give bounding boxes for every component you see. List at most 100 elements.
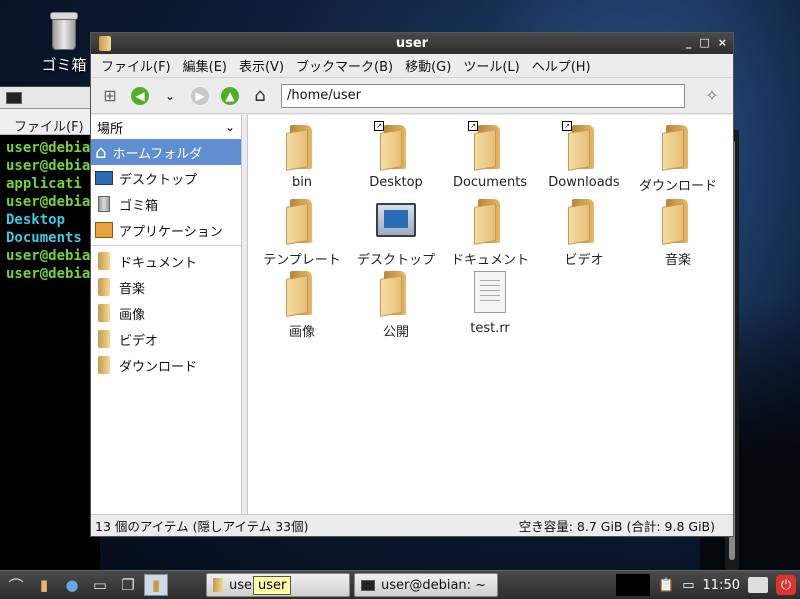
desktop-icon	[95, 171, 113, 185]
file-manager-launcher[interactable]: ▮	[32, 574, 56, 596]
menu-edit[interactable]: 編集(E)	[179, 56, 235, 75]
file-item-public-ja[interactable]: 公開	[348, 271, 444, 340]
up-button[interactable]: ▲	[217, 83, 243, 109]
main-content: 場所 ⌄ ⌂ ホームフォルダ デスクトップ ゴミ箱 アプリケーション ドキュメン…	[91, 115, 733, 514]
terminal-icon: ▭	[92, 576, 108, 594]
window-titlebar[interactable]: user _ □ ×	[91, 33, 733, 54]
window-title: user	[395, 36, 429, 51]
terminal-launcher[interactable]: ▭	[88, 574, 112, 596]
menu-tools[interactable]: ツール(L)	[459, 56, 527, 75]
desktop-trash-icon[interactable]: ゴミ箱	[34, 12, 94, 75]
minimize-button[interactable]: _	[686, 36, 692, 49]
screen-lock-icon[interactable]	[748, 577, 768, 593]
sidebar-item-documents[interactable]: ドキュメント	[91, 248, 241, 274]
start-menu-button[interactable]: ⌒	[4, 574, 28, 596]
sidebar-item-label: デスクトップ	[119, 172, 198, 188]
volume-icon[interactable]	[616, 574, 651, 596]
sidebar-item-label: ドキュメント	[119, 255, 198, 271]
task-terminal[interactable]: user@debian: ~	[354, 573, 498, 597]
sidebar-item-label: ホームフォルダ	[112, 146, 203, 162]
file-item-templates[interactable]: テンプレート	[254, 199, 350, 268]
file-item-downloads-link[interactable]: ↗ Downloads	[536, 121, 632, 190]
sidebar-header-label: 場所	[97, 121, 124, 137]
file-item-label: ドキュメント	[450, 253, 529, 268]
file-item-label: Documents	[452, 175, 528, 190]
folder-icon	[286, 199, 318, 245]
clock[interactable]: 11:50	[703, 578, 740, 593]
clipboard-icon[interactable]: 📋	[658, 578, 674, 593]
window-switcher-button[interactable]: ❐	[116, 574, 140, 596]
maximize-button[interactable]: □	[699, 36, 709, 49]
globe-icon: ●	[65, 576, 79, 594]
menu-bookmarks[interactable]: ブックマーク(B)	[292, 56, 401, 75]
location-bar[interactable]	[281, 83, 685, 108]
file-item-documents-link[interactable]: ↗ Documents	[442, 121, 538, 190]
file-item-desktop-link[interactable]: ↗ Desktop	[348, 121, 444, 190]
sidebar-item-home[interactable]: ⌂ ホームフォルダ	[91, 139, 241, 165]
terminal-titlebar[interactable]	[0, 87, 100, 109]
folder-icon	[568, 199, 600, 245]
home-button[interactable]: ⌂	[247, 83, 273, 109]
file-item-label: bin	[291, 175, 313, 190]
menubar: ファイル(F) 編集(E) 表示(V) ブックマーク(B) 移動(G) ツール(…	[91, 54, 733, 78]
folder-icon	[286, 125, 318, 171]
chevron-down-icon: ⌄	[224, 120, 235, 134]
sidebar-item-label: ダウンロード	[119, 359, 198, 375]
file-item-music-ja[interactable]: 音楽	[630, 199, 726, 268]
desktop-icon	[376, 203, 416, 237]
menu-view[interactable]: 表示(V)	[235, 56, 292, 75]
sidebar-item-downloads[interactable]: ダウンロード	[91, 352, 241, 378]
network-icon[interactable]: ▭	[682, 578, 694, 593]
terminal-icon	[6, 91, 22, 104]
close-button[interactable]: ×	[718, 36, 727, 49]
task-file-manager[interactable]: user user	[206, 573, 350, 597]
sidebar-item-desktop[interactable]: デスクトップ	[91, 165, 241, 191]
folder-icon	[98, 304, 110, 322]
file-item-test-rr[interactable]: test.rr	[442, 271, 538, 336]
sidebar-item-label: 音楽	[119, 281, 146, 297]
menu-go[interactable]: 移動(G)	[401, 56, 459, 75]
sidebar-item-applications[interactable]: アプリケーション	[91, 217, 241, 243]
sidebar-item-label: 画像	[119, 307, 146, 323]
bookmark-toggle-button[interactable]: ✧	[699, 83, 725, 109]
file-item-label: test.rr	[470, 321, 510, 336]
sidebar-item-music[interactable]: 音楽	[91, 274, 241, 300]
folder-icon	[99, 36, 111, 51]
browser-launcher[interactable]: ●	[60, 574, 84, 596]
power-icon[interactable]: ⏻	[776, 575, 796, 595]
status-free-space: 空き容量: 8.7 GiB (合計: 9.8 GiB)	[518, 519, 715, 534]
file-icon-view[interactable]: bin ↗ Desktop ↗ Documents ↗ Downloads ダウ…	[248, 115, 733, 514]
file-item-videos-ja[interactable]: ビデオ	[536, 199, 632, 268]
folder-icon	[662, 199, 694, 245]
new-tab-button[interactable]: ⊞	[97, 83, 123, 109]
file-item-bin[interactable]: bin	[254, 125, 350, 190]
sidebar-divider	[91, 245, 241, 246]
menu-file[interactable]: ファイル(F)	[97, 56, 179, 75]
file-manager-window[interactable]: user _ □ × ファイル(F) 編集(E) 表示(V) ブックマーク(B)…	[90, 32, 734, 537]
terminal-window[interactable]: ファイル(F) user@debia user@debia applicati …	[0, 86, 100, 570]
file-item-desktop-ja[interactable]: デスクトップ	[348, 199, 444, 268]
file-item-label: 公開	[382, 325, 409, 340]
sidebar-item-videos[interactable]: ビデオ	[91, 326, 241, 352]
terminal-menu-file[interactable]: ファイル(F)	[0, 109, 100, 135]
file-item-downloads-ja[interactable]: ダウンロード	[630, 125, 726, 194]
back-button[interactable]: ◀	[127, 83, 153, 109]
sidebar-item-trash[interactable]: ゴミ箱	[91, 191, 241, 217]
sidebar-header[interactable]: 場所 ⌄	[91, 115, 241, 139]
symlink-arrow-icon: ↗	[562, 121, 572, 131]
trash-icon	[98, 196, 110, 212]
statusbar: 13 個のアイテム (隠しアイテム 33個) 空き容量: 8.7 GiB (合計…	[91, 514, 733, 536]
terminal-output[interactable]: user@debia user@debia applicati user@deb…	[0, 135, 100, 283]
forward-button[interactable]: ▶	[187, 83, 213, 109]
file-item-pictures-ja[interactable]: 画像	[254, 271, 350, 340]
file-item-label: 画像	[288, 325, 315, 340]
terminal-line: user@debia	[6, 140, 91, 156]
history-dropdown-button[interactable]: ⌄	[157, 83, 183, 109]
forward-arrow-icon: ▶	[191, 86, 209, 105]
desktop-pager-button[interactable]: ▮	[144, 574, 168, 596]
menu-help[interactable]: ヘルプ(H)	[528, 56, 599, 75]
file-item-label: 音楽	[664, 253, 691, 268]
file-item-documents-ja[interactable]: ドキュメント	[442, 199, 538, 268]
sidebar-item-pictures[interactable]: 画像	[91, 300, 241, 326]
file-item-label: ダウンロード	[638, 179, 717, 194]
